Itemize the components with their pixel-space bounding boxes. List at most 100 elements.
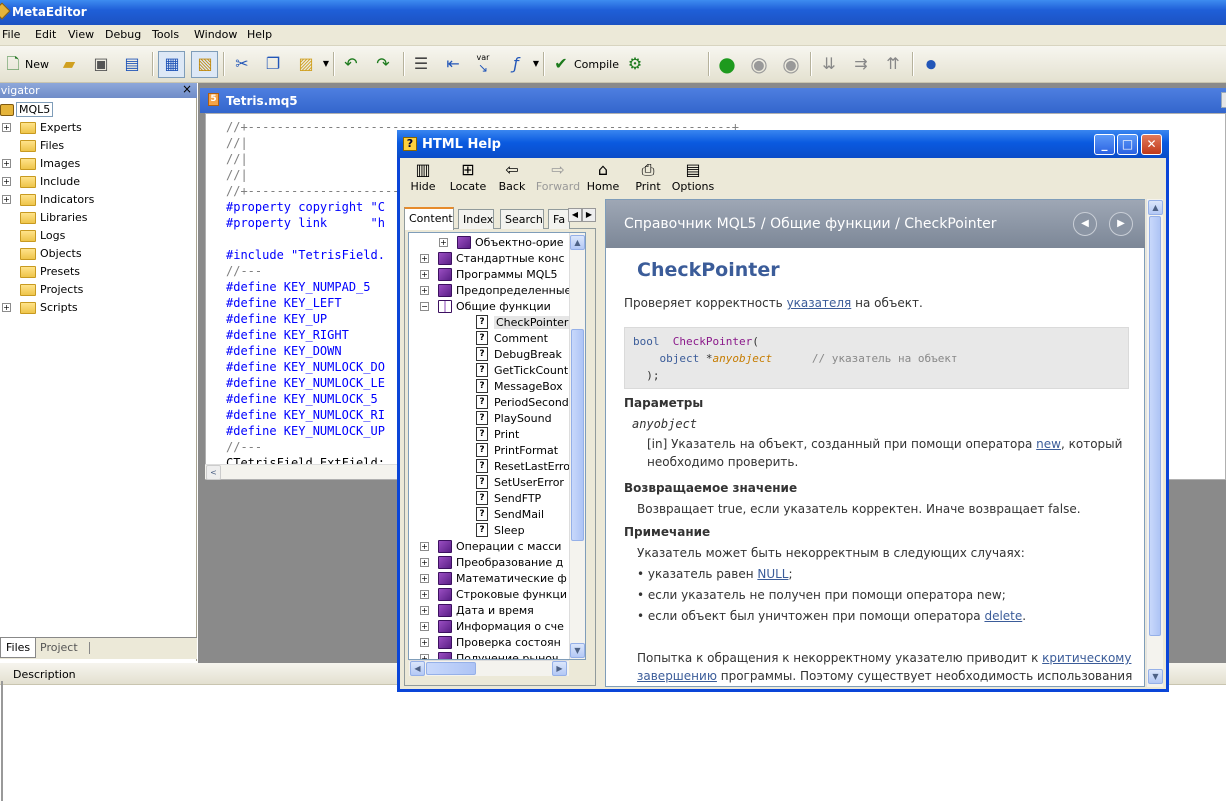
close-icon[interactable]: ×: [182, 82, 192, 96]
close-icon[interactable]: ✕: [1141, 134, 1162, 155]
navigator-root[interactable]: MQL5: [0, 101, 190, 119]
step-into-icon[interactable]: ⇊: [818, 53, 840, 75]
scroll-left-icon[interactable]: ◀: [410, 661, 425, 676]
tree-scroll-thumb[interactable]: [571, 329, 584, 541]
tree-item[interactable]: + Объектно-орие: [409, 235, 579, 251]
pause-debug-icon[interactable]: ◉: [748, 53, 770, 75]
expand-icon[interactable]: +: [420, 254, 429, 263]
tree-hscroll-thumb[interactable]: [426, 662, 476, 675]
tree-item[interactable]: + Строковые функци: [409, 587, 579, 603]
menu-edit[interactable]: Edit: [35, 28, 56, 41]
tree-item[interactable]: ? PrintFormat: [409, 443, 579, 459]
tree-item[interactable]: ? Comment: [409, 331, 579, 347]
tab-search[interactable]: Search: [500, 209, 544, 229]
copy-icon[interactable]: ❐: [262, 53, 284, 75]
tab-scroll-right-icon[interactable]: ▶: [582, 208, 596, 222]
tree-item[interactable]: + Дата и время: [409, 603, 579, 619]
expand-icon[interactable]: +: [420, 270, 429, 279]
expand-icon[interactable]: +: [439, 238, 448, 247]
topic-scroll-thumb[interactable]: [1149, 216, 1161, 636]
navigator-item[interactable]: + Experts: [0, 119, 190, 137]
tab-index[interactable]: Index: [458, 209, 494, 229]
stop-debug-icon[interactable]: ◉: [780, 53, 802, 75]
locate-button[interactable]: ⊞ Locate: [443, 160, 493, 196]
tree-item[interactable]: ? DebugBreak: [409, 347, 579, 363]
compile-icon[interactable]: ✔: [550, 53, 572, 75]
expand-icon[interactable]: +: [420, 574, 429, 583]
expand-icon[interactable]: +: [420, 558, 429, 567]
undo-icon[interactable]: ↶: [340, 53, 362, 75]
editor-document-tab[interactable]: 5 Tetris.mq5: [200, 88, 1226, 113]
tree-item[interactable]: ? SetUserError: [409, 475, 579, 491]
insert-variable-icon[interactable]: var ↘: [472, 53, 494, 75]
expand-icon[interactable]: +: [420, 542, 429, 551]
tab-favorites[interactable]: Fa: [548, 209, 570, 229]
tree-item[interactable]: + Программы MQL5: [409, 267, 579, 283]
pointer-link[interactable]: указателя: [787, 296, 852, 310]
minimize-icon[interactable]: _: [1094, 134, 1115, 155]
termination-link[interactable]: завершению: [637, 669, 717, 683]
toolbox-panel-icon[interactable]: ▧: [194, 53, 216, 75]
tab-contents[interactable]: Contents: [404, 207, 454, 230]
navigator-item[interactable]: + Indicators: [0, 191, 190, 209]
tree-vertical-scrollbar[interactable]: ▲ ▼: [569, 233, 585, 659]
tree-item[interactable]: + Математические ф: [409, 571, 579, 587]
expand-icon[interactable]: +: [2, 195, 11, 204]
next-topic-icon[interactable]: ▶: [1109, 212, 1133, 236]
navigator-item[interactable]: + Scripts: [0, 299, 190, 317]
paste-icon[interactable]: ▨: [295, 53, 317, 75]
new-operator-link[interactable]: new: [1036, 437, 1061, 451]
open-folder-icon[interactable]: ▰: [58, 53, 80, 75]
delete-link[interactable]: delete: [984, 609, 1022, 623]
scroll-up-icon[interactable]: ▲: [1148, 200, 1163, 215]
expand-icon[interactable]: +: [420, 622, 429, 631]
back-button[interactable]: ⇦ Back: [487, 160, 537, 196]
new-button-label[interactable]: New: [25, 58, 49, 71]
menu-view[interactable]: View: [68, 28, 94, 41]
compile-button-label[interactable]: Compile: [574, 58, 619, 71]
options-button[interactable]: ▤ Options: [668, 160, 718, 196]
tree-item[interactable]: ? GetTickCount: [409, 363, 579, 379]
navigator-item[interactable]: Logs: [0, 227, 190, 245]
expand-icon[interactable]: +: [420, 606, 429, 615]
step-out-icon[interactable]: ⇈: [882, 53, 904, 75]
previous-topic-icon[interactable]: ◀: [1073, 212, 1097, 236]
forward-button[interactable]: ⇨ Forward: [533, 160, 583, 196]
mql5-storage-icon[interactable]: ⚙: [624, 53, 646, 75]
step-over-icon[interactable]: ⇉: [850, 53, 872, 75]
parameters-info-icon[interactable]: ⇤: [442, 53, 464, 75]
navigator-item[interactable]: + Images: [0, 155, 190, 173]
critical-link[interactable]: критическому: [1042, 651, 1131, 665]
menu-debug[interactable]: Debug: [105, 28, 141, 41]
tab-scroll-left-icon[interactable]: ◀: [568, 208, 582, 222]
tab-project[interactable]: Project: [40, 641, 78, 654]
navigator-item[interactable]: + Include: [0, 173, 190, 191]
editor-horizontal-scrollbar[interactable]: <: [205, 464, 405, 480]
navigator-item[interactable]: Files: [0, 137, 190, 155]
tree-item[interactable]: ? CheckPointer: [409, 315, 579, 331]
tree-item[interactable]: ? SendFTP: [409, 491, 579, 507]
tree-item[interactable]: ? ResetLastError: [409, 459, 579, 475]
scroll-right-icon[interactable]: ▶: [552, 661, 567, 676]
breadcrumb[interactable]: Справочник MQL5 / Общие функции / CheckP…: [624, 216, 996, 232]
start-debug-icon[interactable]: ●: [716, 53, 738, 75]
menu-tools[interactable]: Tools: [152, 28, 179, 41]
menu-help[interactable]: Help: [247, 28, 272, 41]
save-icon[interactable]: ▣: [90, 53, 112, 75]
list-names-icon[interactable]: ☰: [410, 53, 432, 75]
tree-item[interactable]: ? Print: [409, 427, 579, 443]
print-button[interactable]: ⎙ Print: [623, 160, 673, 196]
tree-item[interactable]: + Предопределенные: [409, 283, 579, 299]
tree-item[interactable]: + Получение рыноч: [409, 651, 579, 659]
scroll-down-icon[interactable]: ▼: [570, 643, 585, 658]
scroll-up-icon[interactable]: ▲: [570, 235, 585, 250]
navigator-item[interactable]: Presets: [0, 263, 190, 281]
tree-item[interactable]: + Информация о сче: [409, 619, 579, 635]
topic-vertical-scrollbar[interactable]: ▲ ▼: [1146, 199, 1163, 687]
scroll-down-icon[interactable]: ▼: [1148, 669, 1163, 684]
tree-item[interactable]: + Стандартные конс: [409, 251, 579, 267]
new-file-icon[interactable]: 🗋: [2, 53, 24, 75]
tree-horizontal-scrollbar[interactable]: ◀ ▶: [409, 660, 569, 676]
null-link[interactable]: NULL: [757, 567, 788, 581]
tree-item[interactable]: + Преобразование д: [409, 555, 579, 571]
